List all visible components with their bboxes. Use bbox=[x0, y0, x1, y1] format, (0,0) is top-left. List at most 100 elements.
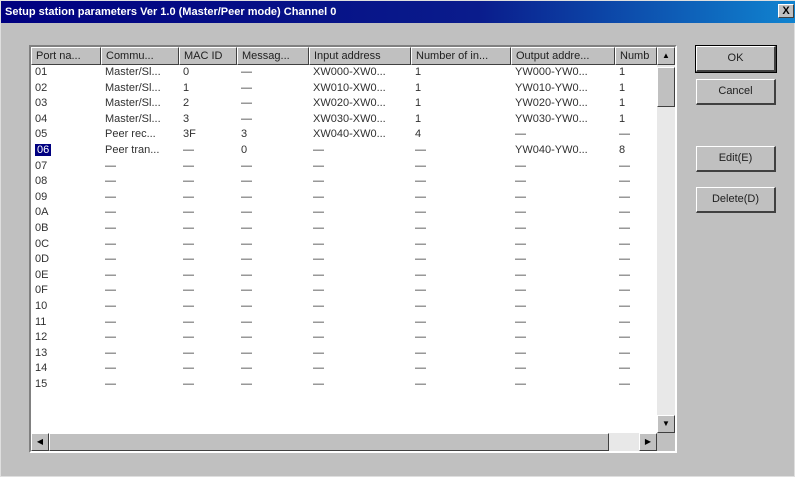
table-row[interactable]: 0D — — — — — — — bbox=[31, 252, 657, 268]
cell-text: 14 bbox=[35, 362, 48, 375]
column-header[interactable]: Output addre... bbox=[511, 47, 615, 65]
table-row[interactable]: 10 — — — — — — — bbox=[31, 299, 657, 315]
table-cell: — bbox=[411, 346, 511, 362]
table-row[interactable]: 14 — — — — — — — bbox=[31, 361, 657, 377]
table-cell: XW010-XW0... bbox=[309, 81, 411, 97]
table-row[interactable]: 03 Master/Sl... 2 — XW020-XW0... 1 YW020-YW0..… bbox=[31, 96, 657, 112]
column-header[interactable]: Number of in... bbox=[411, 47, 511, 65]
station-list[interactable]: Port na... Commu... MAC ID Messag... Input a… bbox=[29, 45, 677, 453]
table-cell: — bbox=[309, 205, 411, 221]
table-cell: — bbox=[615, 283, 657, 299]
table-cell: XW040-XW0... bbox=[309, 127, 411, 143]
cell-text: 02 bbox=[35, 81, 48, 94]
table-cell: 0E bbox=[31, 268, 101, 284]
table-row[interactable]: 01 Master/Sl... 0 — XW000-XW0... 1 YW000-YW0..… bbox=[31, 65, 657, 81]
column-header[interactable]: MAC ID bbox=[179, 47, 237, 65]
table-cell: Master/Sl... bbox=[101, 65, 179, 81]
column-header[interactable]: Commu... bbox=[101, 47, 179, 65]
cancel-button[interactable]: Cancel bbox=[696, 79, 776, 105]
table-row[interactable]: 12 — — — — — — — bbox=[31, 330, 657, 346]
horizontal-scroll-thumb[interactable] bbox=[49, 433, 609, 451]
cell-text: 09 bbox=[35, 190, 48, 203]
column-header[interactable]: Port na... bbox=[31, 47, 101, 65]
cell-text: Peer tran... bbox=[105, 143, 160, 156]
close-button[interactable]: X bbox=[778, 4, 794, 18]
table-cell: — bbox=[615, 299, 657, 315]
table-cell: — bbox=[101, 221, 179, 237]
edit-button[interactable]: Edit(E) bbox=[696, 146, 776, 172]
cell-text: — bbox=[415, 190, 426, 203]
cell-text: 0F bbox=[35, 284, 48, 297]
table-cell: — bbox=[615, 174, 657, 190]
table-row[interactable]: 04 Master/Sl... 3 — XW030-XW0... 1 YW030-YW0..… bbox=[31, 112, 657, 128]
cell-text: — bbox=[105, 206, 116, 219]
cell-text: — bbox=[619, 128, 630, 141]
vertical-scrollbar[interactable]: ▲ ▼ bbox=[657, 47, 675, 433]
table-cell: — bbox=[309, 237, 411, 253]
cell-text: — bbox=[515, 268, 526, 281]
cell-text: — bbox=[183, 362, 194, 375]
table-row[interactable]: 0B — — — — — — — bbox=[31, 221, 657, 237]
table-row[interactable]: 02 Master/Sl... 1 — XW010-XW0... 1 YW010-YW0..… bbox=[31, 81, 657, 97]
table-cell: 03 bbox=[31, 96, 101, 112]
cell-text: — bbox=[313, 175, 324, 188]
scroll-right-icon[interactable]: ▶ bbox=[639, 433, 657, 451]
table-cell: — bbox=[237, 159, 309, 175]
table-row[interactable]: 0E — — — — — — — bbox=[31, 268, 657, 284]
ok-button[interactable]: OK bbox=[695, 45, 777, 73]
table-row[interactable]: 05 Peer rec... 3F 3 XW040-XW0... 4 — — bbox=[31, 127, 657, 143]
table-row[interactable]: 0A — — — — — — — bbox=[31, 205, 657, 221]
cell-text: YW020-YW0... bbox=[515, 97, 588, 110]
cell-text: — bbox=[515, 128, 526, 141]
cell-text: — bbox=[619, 315, 630, 328]
table-cell: — bbox=[411, 159, 511, 175]
scroll-left-icon[interactable]: ◀ bbox=[31, 433, 49, 451]
table-row[interactable]: 0C — — — — — — — bbox=[31, 237, 657, 253]
table-cell: — bbox=[411, 143, 511, 159]
table-cell: — bbox=[615, 361, 657, 377]
cell-text: — bbox=[105, 331, 116, 344]
table-row[interactable]: 15 — — — — — — — bbox=[31, 377, 657, 393]
table-cell: 1 bbox=[411, 96, 511, 112]
table-cell: — bbox=[411, 361, 511, 377]
cell-text: — bbox=[619, 175, 630, 188]
cell-text: 3 bbox=[183, 112, 190, 125]
table-cell: — bbox=[511, 330, 615, 346]
table-cell: 08 bbox=[31, 174, 101, 190]
cell-text: 0B bbox=[35, 221, 49, 234]
cell-text: 4 bbox=[415, 128, 422, 141]
table-cell: — bbox=[101, 346, 179, 362]
table-cell: 07 bbox=[31, 159, 101, 175]
cell-text: 1 bbox=[183, 81, 190, 94]
table-cell: 0F bbox=[31, 283, 101, 299]
cell-text: — bbox=[313, 331, 324, 344]
vertical-scroll-thumb[interactable] bbox=[657, 67, 675, 107]
table-cell: — bbox=[237, 96, 309, 112]
table-cell: 0A bbox=[31, 205, 101, 221]
cell-text: 1 bbox=[415, 112, 422, 125]
table-cell: — bbox=[411, 299, 511, 315]
cell-text: YW000-YW0... bbox=[515, 66, 588, 78]
table-cell: — bbox=[309, 268, 411, 284]
scroll-down-icon[interactable]: ▼ bbox=[657, 415, 675, 433]
column-header[interactable]: Input address bbox=[309, 47, 411, 65]
table-row[interactable]: 07 — — — — — — — bbox=[31, 159, 657, 175]
table-row[interactable]: 0F — — — — — — — bbox=[31, 283, 657, 299]
delete-button[interactable]: Delete(D) bbox=[696, 187, 776, 213]
table-cell: — bbox=[411, 237, 511, 253]
table-cell: 10 bbox=[31, 299, 101, 315]
table-row[interactable]: 11 — — — — — — — bbox=[31, 315, 657, 331]
table-row[interactable]: 13 — — — — — — — bbox=[31, 346, 657, 362]
scroll-up-icon[interactable]: ▲ bbox=[657, 47, 675, 65]
table-row[interactable]: 06 Peer tran... — 0 — — YW040-YW0... 8 bbox=[31, 143, 657, 159]
horizontal-scrollbar[interactable]: ◀ ▶ bbox=[31, 433, 657, 451]
column-header[interactable]: Messag... bbox=[237, 47, 309, 65]
table-cell: — bbox=[309, 143, 411, 159]
cell-text: — bbox=[415, 315, 426, 328]
table-cell: — bbox=[237, 112, 309, 128]
cell-text: Peer rec... bbox=[105, 128, 156, 141]
table-cell: — bbox=[101, 205, 179, 221]
column-header[interactable]: Numb bbox=[615, 47, 657, 65]
table-row[interactable]: 09 — — — — — — — bbox=[31, 190, 657, 206]
table-row[interactable]: 08 — — — — — — — bbox=[31, 174, 657, 190]
